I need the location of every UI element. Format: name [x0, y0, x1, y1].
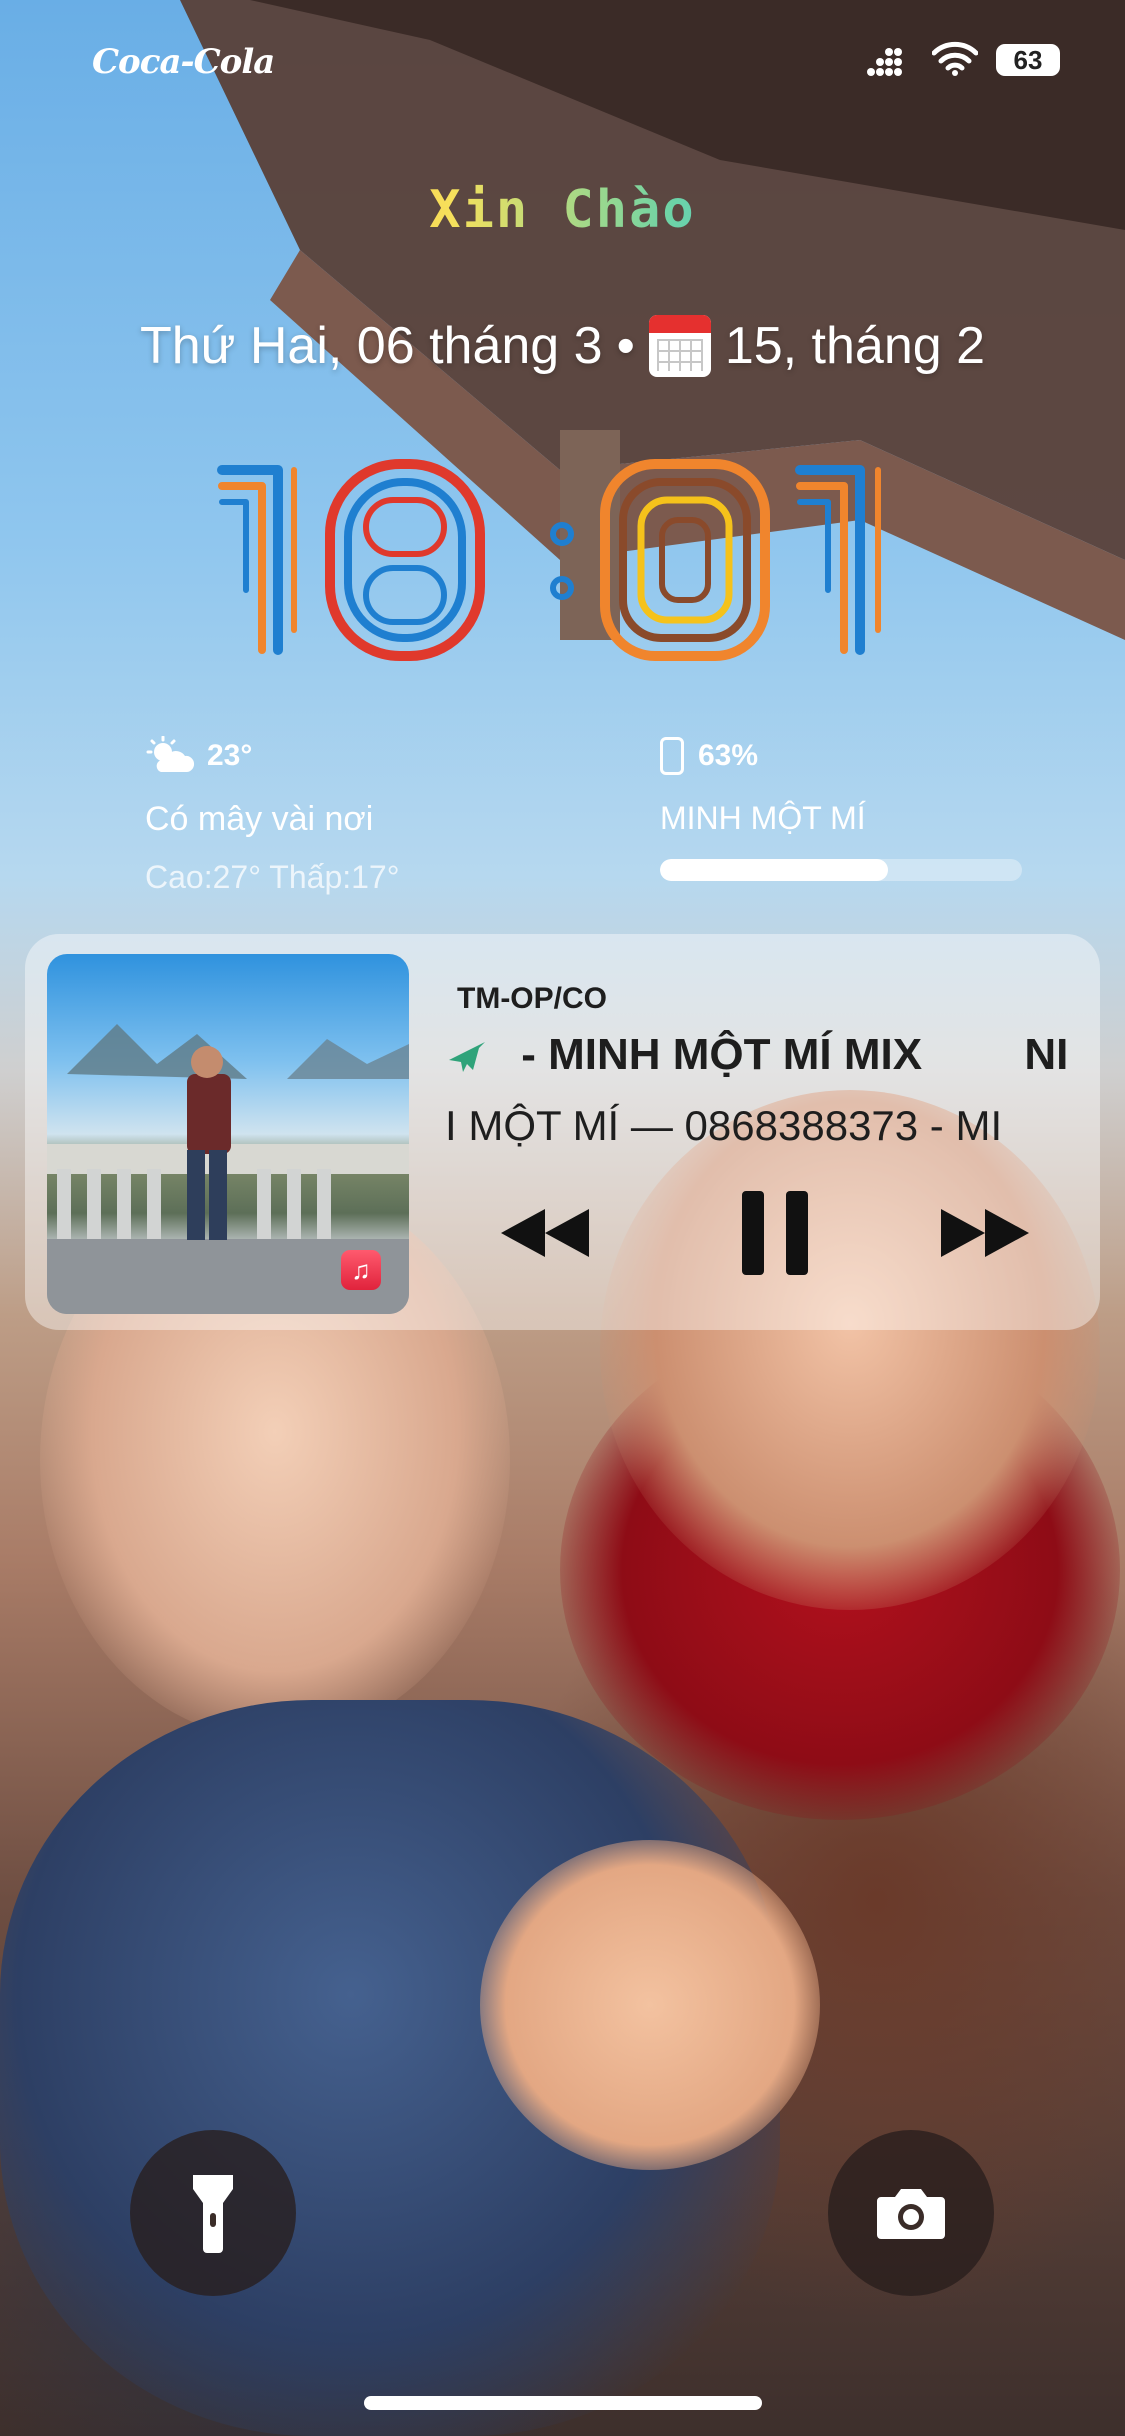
weather-range: Cao:27° Thấp:17°	[145, 859, 400, 895]
phone-icon	[660, 737, 684, 775]
home-indicator[interactable]	[364, 2396, 762, 2410]
previous-icon	[501, 1209, 589, 1257]
track-artist-lead: I	[445, 1102, 457, 1149]
camera-icon	[877, 2189, 945, 2239]
weather-description: Có mây vài nơi	[145, 800, 374, 838]
partly-cloudy-icon	[146, 736, 195, 772]
next-icon	[941, 1209, 1029, 1257]
battery-widget[interactable]: 63% MINH MỘT MÍ	[660, 734, 1030, 884]
carrier-logo: Coca-Cola	[92, 42, 275, 82]
track-label: TM-OP/CO	[457, 982, 607, 1015]
airplane-icon	[449, 1042, 485, 1073]
clock-digit-1b	[795, 465, 881, 655]
music-player[interactable]: ♫ TM-OP/CO - MINH MỘT MÍ MIX NI I MỘT MÍ…	[25, 934, 1100, 1330]
flashlight-icon	[193, 2175, 233, 2253]
track-title-row: - MINH MỘT MÍ MIX NI	[445, 1030, 1085, 1090]
clock-colon	[550, 522, 574, 600]
pause-button[interactable]	[715, 1188, 835, 1278]
battery-level: 63	[1013, 44, 1043, 75]
clock-digits	[217, 459, 881, 661]
device-name: MINH MỘT MÍ	[660, 800, 866, 836]
previous-button[interactable]	[485, 1188, 605, 1278]
battery-bar-fill	[660, 859, 889, 881]
status-bar: Coca-Cola 63	[0, 0, 1125, 130]
date-text: Thứ Hai, 06 tháng 3	[139, 317, 603, 375]
battery-icon: 63	[996, 44, 1060, 76]
temperature: 23°	[207, 739, 253, 772]
hand	[480, 1840, 820, 2170]
battery-percent: 63%	[698, 739, 759, 772]
music-app-icon: ♫	[341, 1250, 381, 1290]
clock-digit-1a	[217, 465, 297, 655]
clock-digit-0	[600, 459, 770, 661]
greeting: Xin Chào	[0, 180, 1125, 240]
calendar-icon	[648, 315, 711, 377]
battery-bar	[660, 859, 1022, 881]
flashlight-button[interactable]	[130, 2130, 296, 2296]
wifi-icon	[932, 41, 978, 76]
clock-digit-8	[325, 459, 485, 661]
date-separator: •	[616, 317, 635, 375]
pause-icon	[742, 1191, 808, 1275]
album-art[interactable]: ♫	[47, 954, 409, 1314]
track-title: - MINH MỘT MÍ MIX	[521, 1030, 923, 1079]
clock	[210, 450, 915, 670]
track-title-trail: NI	[1024, 1030, 1069, 1079]
lunar-date: 15, tháng 2	[724, 317, 986, 375]
date-line: Thứ Hai, 06 tháng 3 • 15, tháng 2	[0, 310, 1125, 382]
camera-button[interactable]	[828, 2130, 994, 2296]
weather-widget[interactable]: 23° Có mây vài nơi Cao:27° Thấp:17°	[145, 734, 565, 895]
track-artist-row: I MỘT MÍ — 0868388373 - MI	[445, 1102, 1085, 1158]
next-button[interactable]	[925, 1188, 1045, 1278]
signal-icon	[867, 48, 902, 76]
track-artist: MỘT MÍ — 0868388373 - MI	[468, 1102, 1003, 1149]
